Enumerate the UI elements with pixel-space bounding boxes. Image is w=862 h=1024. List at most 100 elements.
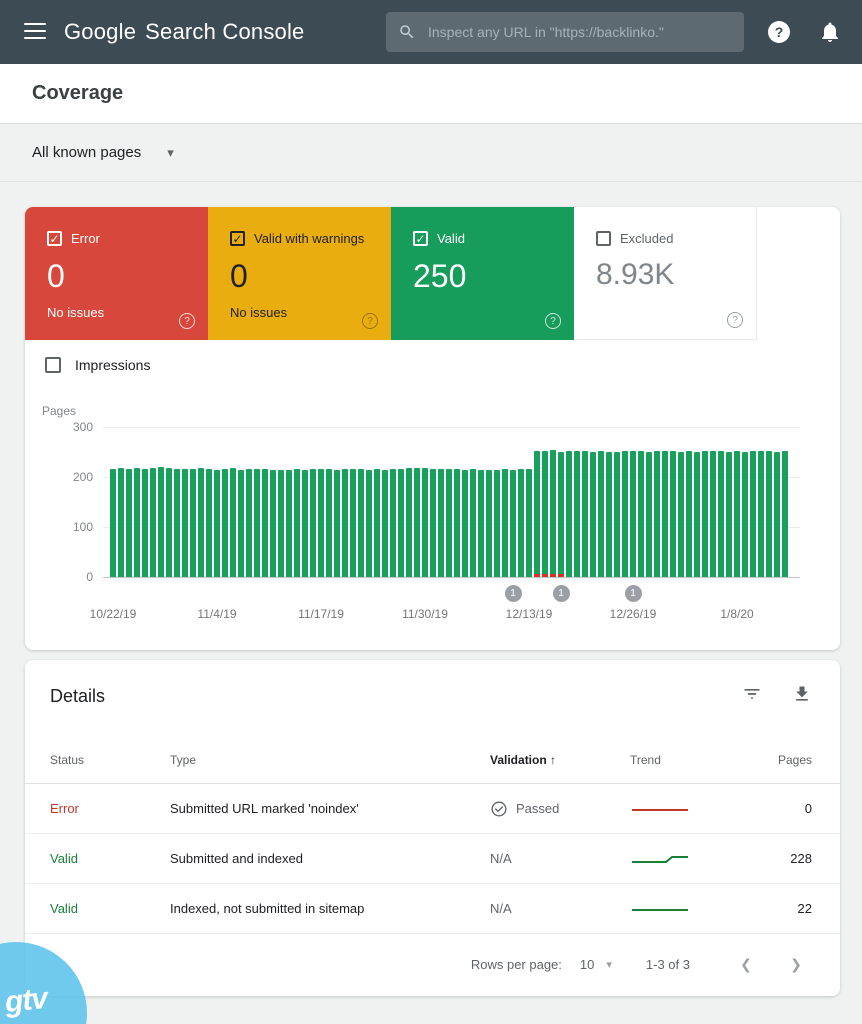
y-axis-tick: 200: [25, 470, 93, 484]
chart-bar: [110, 469, 116, 577]
trend-sparkline: [630, 851, 690, 867]
column-header-pages[interactable]: Pages: [775, 753, 812, 767]
card-excluded[interactable]: Excluded 8.93K ?: [574, 207, 757, 340]
chart-bar: [462, 470, 468, 577]
page-scope-dropdown[interactable]: All known pages ▾: [32, 144, 174, 161]
annotation-marker: 1: [553, 585, 570, 602]
chart-bar: [118, 468, 124, 577]
chart-bar: [550, 450, 556, 577]
column-header-status[interactable]: Status: [50, 753, 170, 767]
chart-bar: [150, 468, 156, 577]
help-circle-icon[interactable]: ?: [545, 313, 561, 329]
details-table-header: Status Type Validation ↑ Trend Pages: [25, 737, 840, 784]
chart-bar: [542, 451, 548, 577]
next-page-icon[interactable]: ❯: [784, 956, 808, 973]
help-circle-icon[interactable]: ?: [727, 312, 743, 328]
error-checkbox-icon[interactable]: ✓: [47, 231, 62, 246]
search-input[interactable]: [428, 24, 732, 40]
chart-bar: [630, 451, 636, 577]
y-axis-label: Pages: [42, 404, 76, 418]
chart-bar: [254, 469, 260, 577]
row-type: Submitted and indexed: [170, 851, 490, 866]
search-icon: [398, 23, 416, 41]
chart-bar: [366, 470, 372, 577]
table-row-submitted-indexed[interactable]: Valid Submitted and indexed N/A 228: [25, 834, 840, 884]
rows-per-page-dropdown[interactable]: 10 ▾: [580, 957, 612, 972]
card-valid-with-warnings[interactable]: ✓ Valid with warnings 0 No issues ?: [208, 207, 391, 340]
pagination-range: 1-3 of 3: [646, 957, 690, 972]
chart-bar: [526, 469, 532, 577]
chart-bar: [694, 452, 700, 577]
chart-bar: [262, 469, 268, 577]
chart-bar: [398, 469, 404, 577]
previous-page-icon[interactable]: ❮: [734, 956, 758, 973]
row-pages: 22: [775, 901, 812, 916]
url-inspect-searchbox[interactable]: [386, 12, 744, 52]
chart-bar: [214, 470, 220, 577]
chart-bar: [510, 470, 516, 577]
excluded-checkbox-icon[interactable]: [596, 231, 611, 246]
card-warnings-label: Valid with warnings: [254, 231, 364, 246]
column-header-validation[interactable]: Validation ↑: [490, 753, 630, 767]
chart-bar: [158, 467, 164, 577]
page-title: Coverage: [32, 82, 123, 105]
row-type: Indexed, not submitted in sitemap: [170, 901, 490, 916]
chart-bar: [758, 451, 764, 577]
trend-sparkline: [630, 901, 690, 917]
row-validation: N/A: [490, 901, 512, 916]
row-validation: N/A: [490, 851, 512, 866]
chart-bar: [134, 468, 140, 577]
help-icon[interactable]: ?: [768, 21, 790, 43]
error-mark: [542, 574, 548, 577]
chart-bar: [598, 451, 604, 577]
chart-bar: [614, 452, 620, 577]
chart-bar: [374, 469, 380, 577]
download-icon[interactable]: [792, 684, 812, 709]
x-axis-tick: 11/30/19: [390, 607, 460, 621]
card-excluded-label: Excluded: [620, 231, 673, 246]
check-circle-icon: [490, 800, 508, 818]
chart-bar: [590, 452, 596, 577]
help-circle-icon[interactable]: ?: [179, 313, 195, 329]
sort-up-icon: ↑: [550, 753, 556, 767]
chart-bar: [702, 451, 708, 577]
chart-bar: [326, 469, 332, 577]
chart-bar: [230, 468, 236, 577]
row-validation: Passed: [516, 801, 559, 816]
notifications-bell-icon[interactable]: [818, 20, 842, 44]
chart-bar: [518, 469, 524, 577]
x-axis-tick: 11/17/19: [286, 607, 356, 621]
card-valid[interactable]: ✓ Valid 250 ?: [391, 207, 574, 340]
menu-icon[interactable]: [24, 23, 46, 39]
chart-bar: [390, 469, 396, 577]
chart-bar: [414, 468, 420, 577]
help-circle-icon[interactable]: ?: [362, 313, 378, 329]
warnings-checkbox-icon[interactable]: ✓: [230, 231, 245, 246]
card-excluded-value: 8.93K: [596, 258, 756, 292]
filter-icon[interactable]: [742, 684, 762, 709]
table-row-error-noindex[interactable]: Error Submitted URL marked 'noindex' Pas…: [25, 784, 840, 834]
gridline: [103, 527, 800, 528]
annotation-marker: 1: [505, 585, 522, 602]
chart-bar: [174, 469, 180, 577]
chart-bar: [422, 468, 428, 577]
logo-google: Google: [64, 19, 136, 45]
table-row-indexed-not-in-sitemap[interactable]: Valid Indexed, not submitted in sitemap …: [25, 884, 840, 934]
table-pagination: Rows per page: 10 ▾ 1-3 of 3 ❮ ❯: [25, 934, 840, 995]
row-type: Submitted URL marked 'noindex': [170, 801, 490, 816]
impressions-checkbox[interactable]: [45, 357, 61, 373]
impressions-label: Impressions: [75, 357, 150, 373]
card-valid-label: Valid: [437, 231, 465, 246]
column-header-type[interactable]: Type: [170, 753, 490, 767]
chart-bar: [670, 451, 676, 577]
valid-checkbox-icon[interactable]: ✓: [413, 231, 428, 246]
column-header-trend[interactable]: Trend: [630, 753, 775, 767]
annotation-marker: 1: [625, 585, 642, 602]
chart-bar: [742, 452, 748, 577]
chart-bar: [750, 451, 756, 577]
card-error[interactable]: ✓ Error 0 No issues ?: [25, 207, 208, 340]
search-console-coverage-page: Google Search Console ? Coverage All kno…: [0, 0, 862, 1024]
chart-bar: [454, 469, 460, 577]
app-logo[interactable]: Google Search Console: [64, 0, 305, 64]
status-cards-row: ✓ Error 0 No issues ? ✓ Valid with warni…: [25, 207, 840, 340]
